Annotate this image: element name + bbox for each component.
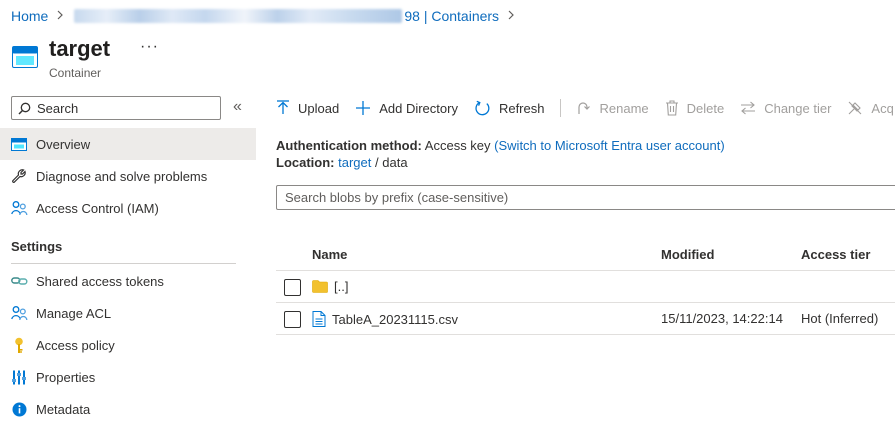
sidebar-item-label: Properties (36, 369, 96, 385)
sidebar-item-properties[interactable]: Properties (0, 361, 256, 393)
location-container-link[interactable]: target (338, 155, 371, 170)
row-checkbox[interactable] (284, 279, 301, 296)
add-directory-label: Add Directory (379, 100, 458, 116)
page-title: target (49, 36, 111, 61)
sidebar-item-access-policy[interactable]: Access policy (0, 329, 256, 361)
sidebar-search-box[interactable] (11, 96, 221, 120)
chevron-right-icon (507, 9, 515, 23)
row-name: TableA_20231115.csv (332, 311, 459, 327)
sidebar-search-input[interactable] (37, 100, 207, 116)
folder-icon (312, 280, 328, 293)
column-header-access-tier[interactable]: Access tier (801, 247, 870, 262)
row-access-tier: Hot (Inferred) (801, 311, 879, 326)
row-name-cell[interactable]: [..] (312, 279, 348, 294)
swap-icon (741, 101, 756, 115)
blob-search-box[interactable] (276, 185, 895, 210)
upload-label: Upload (298, 100, 340, 116)
collapse-sidebar-button[interactable]: « (233, 98, 242, 116)
auth-method-label: Authentication method: (276, 138, 422, 153)
rename-label: Rename (599, 100, 649, 116)
column-header-modified[interactable]: Modified (661, 247, 714, 262)
container-icon (10, 135, 28, 153)
upload-icon (277, 100, 289, 114)
authentication-method-line: Authentication method: Access key (Switc… (276, 138, 725, 153)
storage-container-page: Home 98 | Containers target Container ··… (0, 0, 895, 421)
sidebar-item-label: Metadata (36, 401, 91, 417)
sidebar-item-label: Access Control (IAM) (36, 200, 159, 216)
row-modified: 15/11/2023, 14:22:14 (661, 311, 783, 326)
row-name: [..] (334, 279, 349, 294)
refresh-label: Refresh (498, 100, 545, 116)
change-tier-button[interactable]: Change tier (740, 101, 831, 116)
sidebar-item-shared-access-tokens[interactable]: Shared access tokens (0, 265, 256, 297)
chevron-right-icon (56, 9, 64, 23)
key-icon (10, 336, 28, 354)
refresh-button[interactable]: Refresh (474, 100, 545, 117)
command-bar: Upload Add Directory Refresh Rename Dele… (276, 95, 895, 121)
blob-table: Name Modified Access tier [..] TableA_20… (276, 238, 895, 335)
add-directory-button[interactable]: Add Directory (355, 100, 458, 116)
sliders-icon (10, 368, 28, 386)
table-row[interactable]: [..] (276, 271, 895, 303)
sidebar-item-overview[interactable]: Overview (0, 128, 256, 160)
row-checkbox[interactable] (284, 311, 301, 328)
toolbar-separator (560, 99, 562, 117)
change-tier-label: Change tier (764, 100, 832, 116)
trash-icon (665, 100, 678, 116)
redacted-storage-account-link[interactable] (74, 9, 403, 23)
rename-button[interactable]: Rename (575, 100, 649, 116)
section-divider (11, 263, 236, 264)
row-name-cell[interactable]: TableA_20231115.csv (312, 311, 458, 327)
sidebar-item-label: Shared access tokens (36, 273, 164, 289)
rename-icon (578, 102, 591, 114)
more-options-button[interactable]: ··· (140, 38, 159, 56)
sidebar-item-metadata[interactable]: Metadata (0, 393, 256, 421)
delete-label: Delete (686, 100, 725, 116)
sidebar-item-label: Manage ACL (36, 305, 112, 321)
table-header-row: Name Modified Access tier (276, 238, 895, 271)
sidebar-item-manage-acl[interactable]: Manage ACL (0, 297, 256, 329)
settings-section-title: Settings (11, 239, 63, 254)
auth-method-value: Access key (424, 138, 491, 153)
acquire-lease-label: Acq (871, 100, 894, 116)
lease-icon (849, 101, 862, 115)
sidebar-item-label: Diagnose and solve problems (36, 168, 208, 184)
blob-search-input[interactable] (285, 190, 885, 205)
wrench-icon (10, 167, 28, 185)
info-icon (10, 400, 28, 418)
people-icon (10, 304, 28, 322)
breadcrumb: Home 98 | Containers (11, 6, 523, 26)
location-separator: / (375, 155, 379, 170)
refresh-icon (475, 100, 490, 115)
search-icon (18, 102, 31, 115)
breadcrumb-containers-link[interactable]: 98 | Containers (404, 8, 499, 24)
plus-icon (356, 101, 371, 115)
sidebar-item-diagnose[interactable]: Diagnose and solve problems (0, 160, 256, 192)
file-icon (312, 311, 326, 327)
upload-button[interactable]: Upload (276, 100, 339, 116)
switch-to-entra-link[interactable]: (Switch to Microsoft Entra user account) (494, 138, 724, 153)
delete-button[interactable]: Delete (665, 100, 725, 116)
location-line: Location: target / data (276, 155, 408, 170)
people-icon (10, 199, 28, 217)
acquire-lease-button[interactable]: Acq (847, 100, 894, 116)
table-row[interactable]: TableA_20231115.csv 15/11/2023, 14:22:14… (276, 303, 895, 335)
sidebar-item-access-control[interactable]: Access Control (IAM) (0, 192, 256, 224)
column-header-name[interactable]: Name (312, 247, 347, 262)
location-label: Location: (276, 155, 335, 170)
sidebar-item-label: Access policy (36, 337, 115, 353)
breadcrumb-home-link[interactable]: Home (11, 8, 48, 24)
link-icon (10, 272, 28, 290)
sidebar-item-label: Overview (36, 136, 91, 152)
page-subtitle: Container (49, 66, 102, 80)
container-icon (12, 46, 38, 68)
location-path: data (382, 155, 408, 170)
